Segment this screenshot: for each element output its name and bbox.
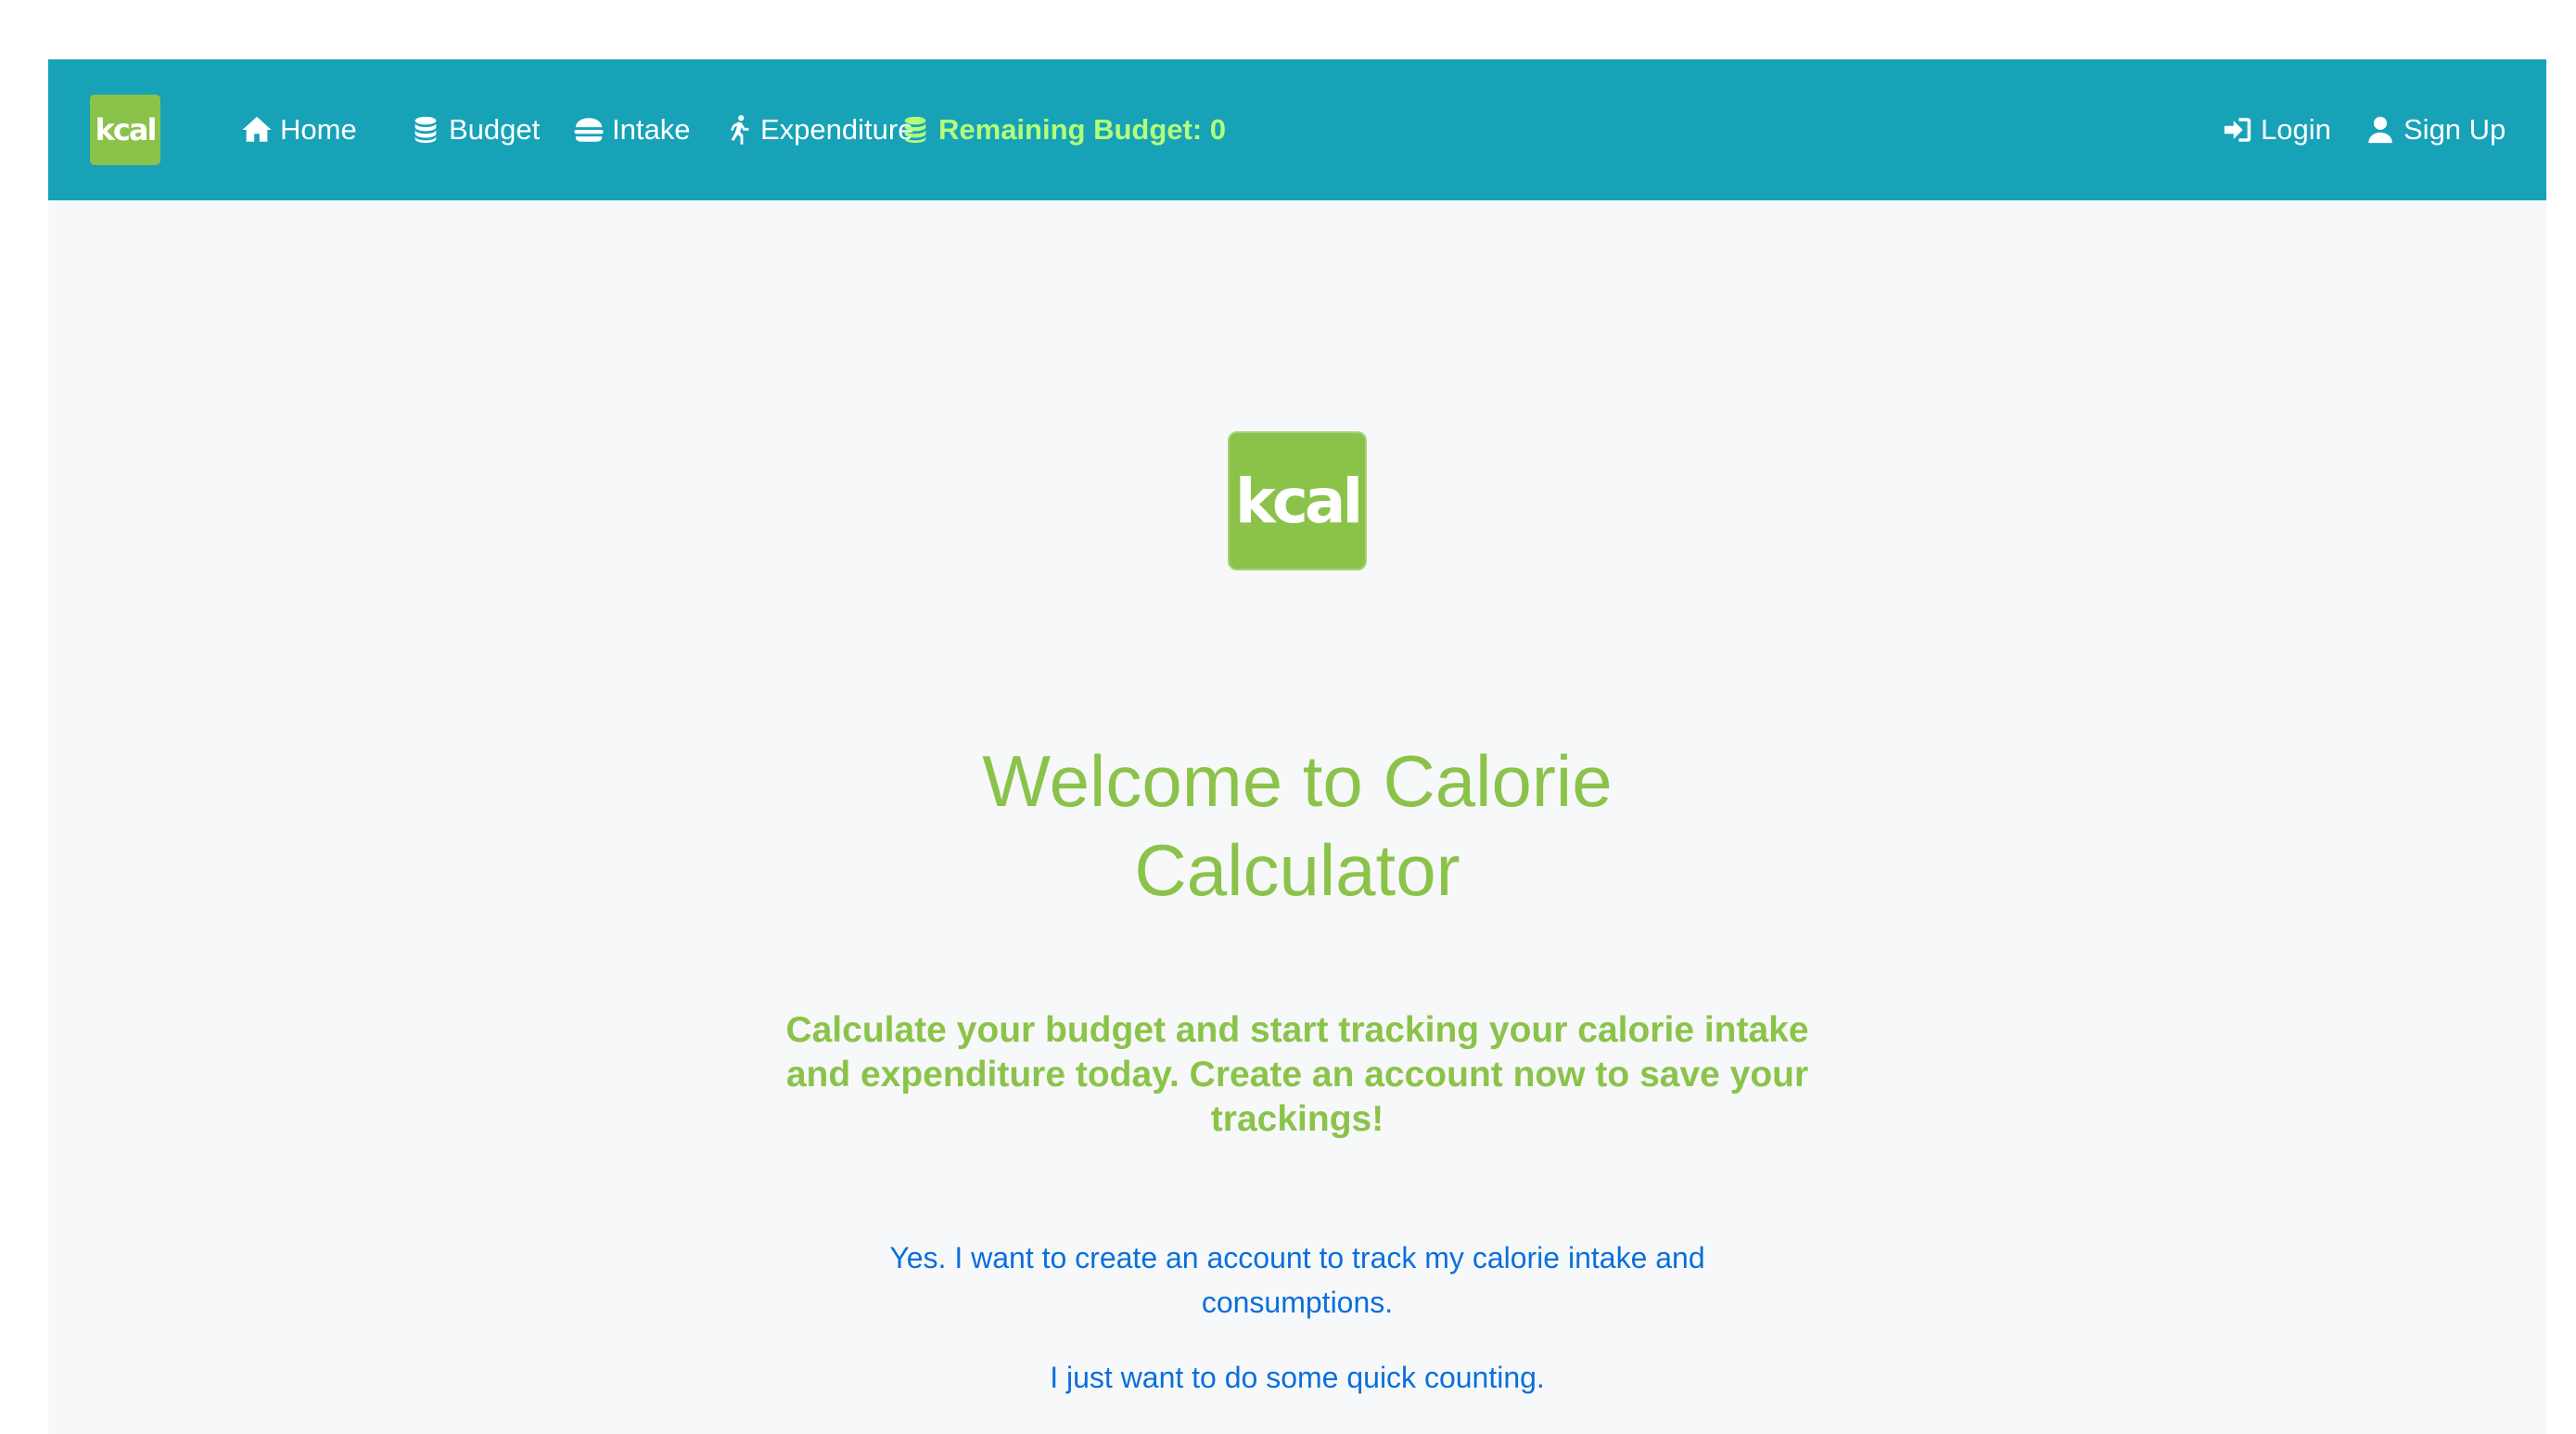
nav-home-label: Home <box>280 113 357 146</box>
coins-icon <box>904 116 926 144</box>
nav-budget[interactable]: Budget <box>410 59 540 200</box>
nav-expenditure[interactable]: Expenditure <box>721 59 913 200</box>
login-label: Login <box>2261 113 2331 146</box>
app-frame: kcal Home Budget Intake Expenditure Rema… <box>48 59 2546 1434</box>
burger-icon <box>574 118 604 142</box>
nav-expenditure-label: Expenditure <box>760 113 914 146</box>
nav-home[interactable]: Home <box>241 59 357 200</box>
signup-button[interactable]: Sign Up <box>2365 59 2506 200</box>
navbar: kcal Home Budget Intake Expenditure Rema… <box>48 59 2546 200</box>
page-subtitle: Calculate your budget and start tracking… <box>785 1010 1809 1139</box>
remaining-budget-label: Remaining Budget: 0 <box>938 113 1227 146</box>
remaining-budget-indicator[interactable]: Remaining Budget: 0 <box>899 59 1226 200</box>
coins-icon <box>414 116 437 144</box>
page-title: Welcome to Calorie Calculator <box>982 740 1613 911</box>
login-icon <box>2224 118 2251 142</box>
user-icon <box>2368 116 2392 144</box>
running-icon <box>730 115 749 145</box>
create-account-link[interactable]: Yes. I want to create an account to trac… <box>864 1236 1730 1325</box>
nav-budget-label: Budget <box>449 113 541 146</box>
signup-label: Sign Up <box>2404 113 2506 146</box>
home-icon <box>242 116 272 142</box>
nav-intake-label: Intake <box>612 113 691 146</box>
login-button[interactable]: Login <box>2222 59 2331 200</box>
quick-count-link[interactable]: I just want to do some quick counting. <box>864 1355 1730 1400</box>
navbar-logo[interactable]: kcal <box>90 95 160 165</box>
nav-intake[interactable]: Intake <box>573 59 690 200</box>
hero-logo: kcal <box>1228 431 1367 570</box>
